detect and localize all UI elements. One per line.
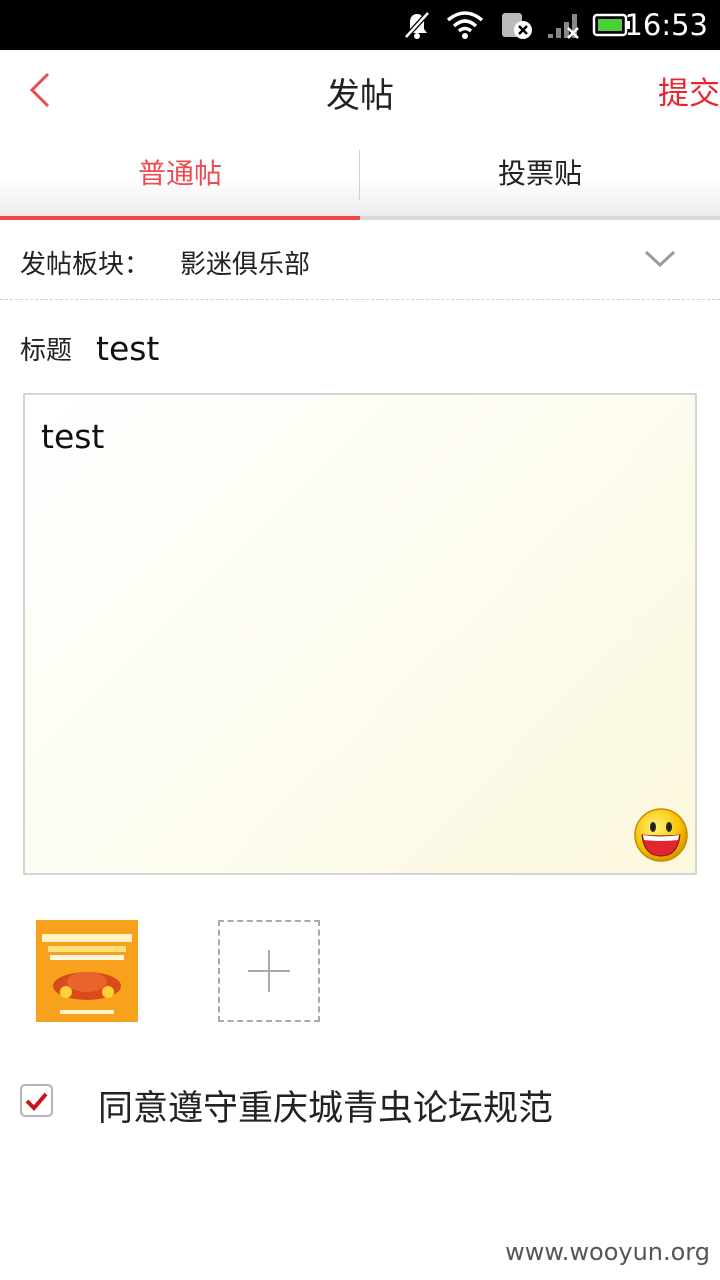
back-button[interactable] xyxy=(14,62,70,118)
agree-checkbox[interactable] xyxy=(20,1084,53,1117)
smiley-icon[interactable] xyxy=(633,807,689,863)
checkmark-icon xyxy=(25,1092,48,1111)
content-text: test xyxy=(41,417,105,456)
status-bar: 16:53 xyxy=(0,0,720,50)
content-editor[interactable]: test xyxy=(23,393,697,875)
tab-normal-post[interactable]: 普通帖 xyxy=(0,132,360,216)
clock: 16:53 xyxy=(624,8,708,42)
board-selector[interactable]: 发帖板块： 影迷俱乐部 xyxy=(0,222,720,300)
wifi-icon xyxy=(446,11,484,39)
chevron-down-icon[interactable] xyxy=(642,244,678,274)
board-value: 影迷俱乐部 xyxy=(180,250,311,280)
board-label: 发帖板块： xyxy=(20,250,151,280)
submit-button[interactable]: 提交 xyxy=(658,68,720,113)
image-thumbnail[interactable] xyxy=(36,920,138,1022)
plus-icon xyxy=(248,950,290,992)
title-label: 标题 xyxy=(20,336,73,366)
chevron-left-icon xyxy=(29,72,50,108)
agree-label[interactable]: 同意遵守重庆城青虫论坛规范 xyxy=(98,1080,553,1131)
post-type-tabs: 普通帖 投票贴 xyxy=(0,132,720,220)
watermark: www.wooyun.org xyxy=(505,1238,710,1266)
sim-disabled-icon xyxy=(502,13,532,39)
add-image-button[interactable] xyxy=(218,920,320,1022)
active-tab-indicator xyxy=(0,216,360,220)
title-input[interactable] xyxy=(96,324,696,372)
image-thumbnail-graphic xyxy=(36,920,138,1022)
page-title: 发帖 xyxy=(326,76,394,116)
tab-vote-post[interactable]: 投票贴 xyxy=(360,132,720,216)
title-bar: 发帖 提交 xyxy=(0,50,720,132)
mute-icon xyxy=(404,11,430,39)
signal-icon xyxy=(548,14,579,39)
